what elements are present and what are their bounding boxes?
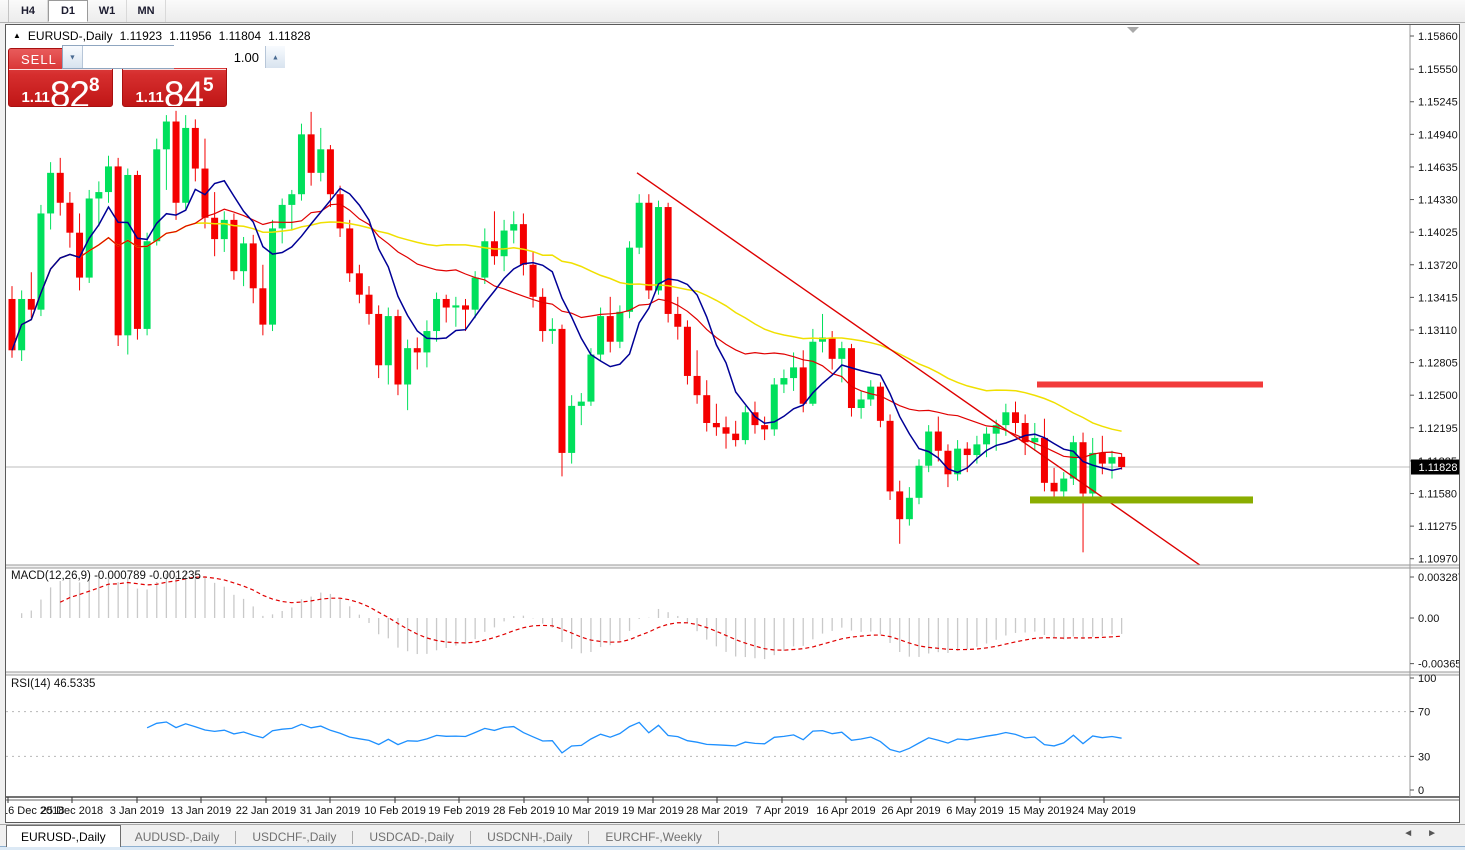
buy-price-prefix: 1.11 xyxy=(135,89,164,106)
price-axis-label: 1.13720 xyxy=(1418,260,1458,272)
rsi-axis-label: 30 xyxy=(1418,751,1430,763)
date-axis-label: 13 Jan 2019 xyxy=(171,805,232,817)
tab-divider xyxy=(717,831,719,844)
date-axis-label: 28 Feb 2019 xyxy=(493,805,555,817)
ohlc-open: 1.11923 xyxy=(119,29,163,43)
price-axis-label: 1.15550 xyxy=(1418,64,1458,76)
macd-axis-label: -0.003659 xyxy=(1418,659,1459,671)
date-axis-label: 16 Apr 2019 xyxy=(816,805,875,817)
date-axis-label: 26 Apr 2019 xyxy=(881,805,940,817)
price-axis-label: 1.14635 xyxy=(1418,162,1458,174)
resistance-level-line[interactable] xyxy=(1037,381,1263,388)
spinner-down-icon: ▼ xyxy=(68,53,77,61)
tab-divider xyxy=(352,831,354,844)
toolbar-spacer xyxy=(0,0,9,22)
date-axis-label: 7 Apr 2019 xyxy=(755,805,808,817)
price-axis-label: 1.12500 xyxy=(1418,390,1458,402)
tab-divider xyxy=(588,831,590,844)
tab-scroll-left-icon[interactable]: ◄ xyxy=(1403,828,1413,839)
volume-decrement-button[interactable]: ▼ xyxy=(63,46,82,68)
rsi-axis-label: 0 xyxy=(1418,785,1424,797)
price-axis-label: 1.14330 xyxy=(1418,195,1458,207)
current-price-tag-text: 1.11828 xyxy=(1419,462,1458,474)
support-level-line[interactable] xyxy=(1030,496,1253,504)
date-axis-label: 31 Jan 2019 xyxy=(300,805,361,817)
rsi-axis-label: 100 xyxy=(1418,673,1436,685)
one-click-trade-panel: SELL 1.11828 BUY 1.11845 ▼ ▲ xyxy=(8,45,285,107)
tab-scroll-right-icon[interactable]: ► xyxy=(1427,828,1437,839)
macd-label: MACD(12,26,9) -0.000789 -0.001235 xyxy=(11,570,201,582)
timeframe-button-w1[interactable]: W1 xyxy=(88,0,127,22)
collapse-triangle-icon[interactable]: ▲ xyxy=(13,32,21,40)
date-axis-label: 10 Feb 2019 xyxy=(364,805,426,817)
date-axis-label: 22 Jan 2019 xyxy=(236,805,297,817)
tab-eurchf-weekly[interactable]: EURCHF-,Weekly xyxy=(591,827,715,847)
sell-price: 1.11 82 8 xyxy=(9,70,112,107)
tab-usdcnh-daily[interactable]: USDCNH-,Daily xyxy=(473,827,586,847)
buy-price: 1.11 84 5 xyxy=(123,70,226,107)
rsi-label: RSI(14) 46.5335 xyxy=(11,678,95,690)
volume-increment-button[interactable]: ▲ xyxy=(266,46,285,68)
timeframe-button-mn[interactable]: MN xyxy=(127,0,166,22)
chart-symbol-label: EURUSD-,Daily xyxy=(27,29,113,43)
date-axis-label: 19 Mar 2019 xyxy=(622,805,684,817)
tab-divider xyxy=(235,831,237,844)
timeframe-button-h4[interactable]: H4 xyxy=(9,0,48,22)
tab-divider xyxy=(470,831,472,844)
buy-price-big: 84 xyxy=(163,73,204,107)
status-strip xyxy=(0,846,1465,850)
volume-stepper: ▼ ▲ xyxy=(62,45,285,69)
price-axis-label: 1.12805 xyxy=(1418,358,1458,370)
date-axis-label: 10 Mar 2019 xyxy=(557,805,619,817)
timeframe-button-d1[interactable]: D1 xyxy=(48,0,88,22)
sell-price-big: 82 xyxy=(49,73,90,107)
date-axis-label: 6 May 2019 xyxy=(946,805,1003,817)
ohlc-close: 1.11828 xyxy=(268,29,311,43)
tab-usdcad-daily[interactable]: USDCAD-,Daily xyxy=(355,827,468,847)
price-axis-label: 1.15245 xyxy=(1418,97,1458,109)
chart-background xyxy=(6,25,1459,822)
rsi-axis-label: 70 xyxy=(1418,707,1430,719)
date-axis-label: 25 Dec 2018 xyxy=(41,805,103,817)
chart-canvas[interactable]: 1.15860 1.15550 1.15245 1.14940 1.14635 1.143… xyxy=(6,25,1459,822)
price-axis-label: 1.13110 xyxy=(1418,325,1457,337)
price-axis-label: 1.12195 xyxy=(1418,423,1458,435)
tab-audusd-daily[interactable]: AUDUSD-,Daily xyxy=(121,827,234,847)
chart-tab-bar: EURUSD-,Daily AUDUSD-,Daily USDCHF-,Dail… xyxy=(0,824,1465,847)
date-axis-label: 3 Jan 2019 xyxy=(110,805,164,817)
tab-eurusd-daily[interactable]: EURUSD-,Daily xyxy=(6,825,121,847)
tab-scroll-buttons: ◄ ► xyxy=(1403,828,1437,839)
price-axis-label: 1.15860 xyxy=(1418,31,1458,43)
macd-axis-label: 0.003287 xyxy=(1418,572,1459,584)
price-axis-label: 1.11580 xyxy=(1418,489,1457,501)
price-axis-label: 1.14940 xyxy=(1418,129,1458,141)
ohlc-high: 1.11956 xyxy=(169,29,212,43)
sell-price-prefix: 1.11 xyxy=(21,89,50,106)
timeframe-toolbar: H4 D1 W1 MN xyxy=(0,0,1465,23)
price-axis-label: 1.10970 xyxy=(1418,554,1458,566)
tab-usdchf-daily[interactable]: USDCHF-,Daily xyxy=(238,827,350,847)
buy-price-sup: 5 xyxy=(202,75,214,96)
date-axis-label: 19 Feb 2019 xyxy=(428,805,490,817)
date-axis-label: 15 May 2019 xyxy=(1008,805,1072,817)
price-axis-label: 1.14025 xyxy=(1418,227,1458,239)
ohlc-low: 1.11804 xyxy=(218,29,262,43)
price-axis-label: 1.13415 xyxy=(1418,292,1458,304)
sell-price-sup: 8 xyxy=(88,75,100,96)
spinner-up-icon: ▲ xyxy=(271,53,280,61)
chart-title-bar: ▲ EURUSD-,Daily 1.11923 1.11956 1.11804 … xyxy=(13,29,311,43)
date-axis-label: 28 Mar 2019 xyxy=(686,805,748,817)
price-axis-label: 1.11275 xyxy=(1418,521,1457,533)
volume-input[interactable] xyxy=(82,46,266,68)
macd-axis-label: 0.00 xyxy=(1418,613,1439,625)
chart-shift-icon[interactable] xyxy=(1127,27,1139,33)
date-axis-label: 24 May 2019 xyxy=(1072,805,1136,817)
